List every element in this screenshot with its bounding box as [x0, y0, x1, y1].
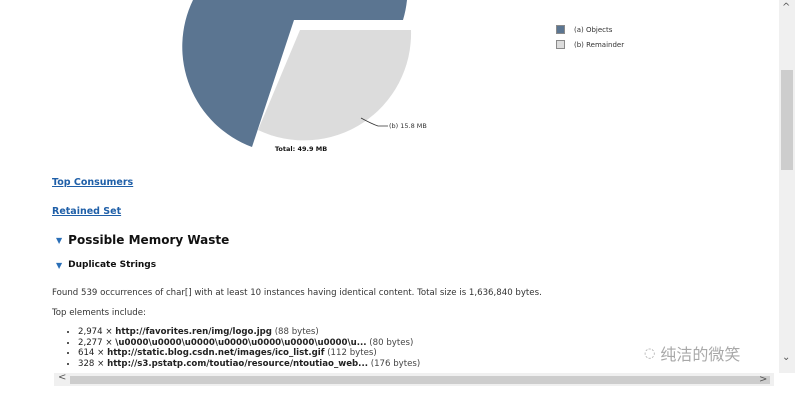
retained-set-link[interactable]: Retained Set [52, 206, 121, 217]
horizontal-scrollbar[interactable]: < [54, 372, 774, 386]
chart-legend: (a) Objects (b) Remainder [556, 22, 624, 52]
wechat-icon: ◌ [644, 345, 656, 361]
possible-memory-waste-heading: ▼ Possible Memory Waste [56, 233, 229, 247]
vertical-scroll-thumb[interactable] [781, 70, 793, 170]
watermark: ◌ 纯洁的微笑 [644, 341, 740, 365]
pie-total-label: Total: 49.9 MB [275, 145, 327, 153]
slice-value-label: (b) 15.8 MB [389, 122, 427, 130]
legend-swatch-objects [556, 25, 565, 34]
list-item: 2,974 × http://favorites.ren/img/logo.jp… [78, 327, 779, 338]
report-viewport: (b) 15.8 MB Total: 49.9 MB (a) Objects (… [0, 0, 779, 373]
watermark-text: 纯洁的微笑 [660, 345, 741, 364]
legend-label-objects: (a) Objects [574, 25, 613, 34]
collapse-triangle-icon[interactable]: ▼ [56, 261, 62, 270]
scroll-up-icon[interactable]: ^ [782, 2, 790, 13]
scroll-right-icon[interactable]: > [759, 374, 767, 385]
section-title: Possible Memory Waste [68, 233, 230, 247]
duplicate-strings-heading: ▼ Duplicate Strings [56, 260, 156, 270]
legend-label-remainder: (b) Remainder [574, 40, 625, 49]
top-consumers-link[interactable]: Top Consumers [52, 177, 133, 188]
scroll-down-icon[interactable]: ⌄ [782, 352, 790, 363]
legend-item-remainder: (b) Remainder [556, 37, 624, 52]
vertical-scrollbar[interactable]: ^ ⌄ [779, 0, 795, 373]
legend-item-objects: (a) Objects [556, 22, 624, 37]
collapse-triangle-icon[interactable]: ▼ [56, 236, 62, 245]
duplicate-summary-text: Found 539 occurrences of char[] with at … [52, 288, 542, 298]
top-elements-label: Top elements include: [52, 308, 146, 318]
legend-swatch-remainder [556, 40, 565, 49]
memory-pie-chart: (b) 15.8 MB Total: 49.9 MB [182, 0, 427, 153]
horizontal-scroll-thumb[interactable] [70, 376, 770, 384]
subsection-title: Duplicate Strings [68, 260, 157, 270]
scroll-left-icon[interactable]: < [58, 372, 66, 383]
